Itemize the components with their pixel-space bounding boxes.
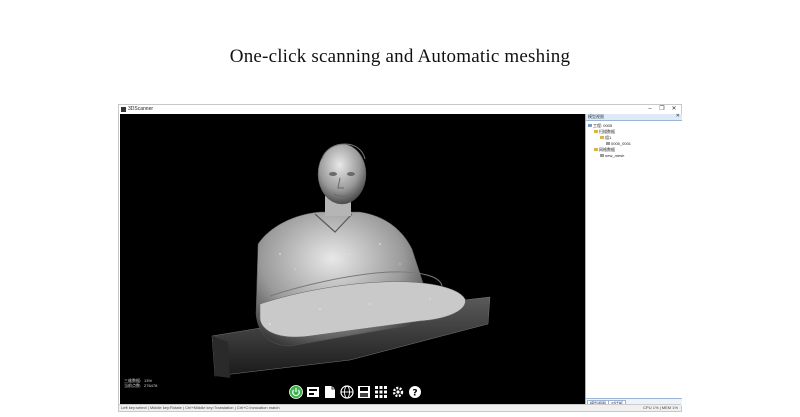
window-title: 3DScanner bbox=[128, 106, 154, 112]
panel-header: 模型视图 ✕ bbox=[586, 113, 682, 121]
help-button[interactable]: ? bbox=[407, 384, 422, 400]
main-toolbar: ? bbox=[288, 384, 422, 404]
tree-item-label: 0005_0001 bbox=[611, 141, 632, 146]
folder-icon bbox=[594, 130, 598, 134]
scan-node-icon bbox=[606, 142, 610, 146]
grid-icon bbox=[374, 386, 387, 398]
panel-title: 模型视图 bbox=[588, 114, 604, 119]
stat-value: 276478 bbox=[144, 383, 158, 388]
status-resources: CPU 1% | MEM 1% bbox=[643, 405, 678, 410]
save-button[interactable] bbox=[356, 384, 371, 400]
mesh-node-icon bbox=[600, 154, 604, 158]
folder-icon bbox=[600, 136, 604, 140]
tree-item-label: 网格数据 bbox=[599, 147, 615, 152]
power-icon bbox=[288, 385, 303, 399]
minimize-button[interactable]: – bbox=[645, 105, 655, 113]
settings-button[interactable] bbox=[390, 384, 405, 400]
folder-icon bbox=[594, 148, 598, 152]
3d-viewport[interactable]: 三维数据: 13% 当前点数: 276478 ? bbox=[120, 114, 585, 406]
tree-item-label: 组1 bbox=[605, 135, 612, 140]
grid-button[interactable] bbox=[373, 384, 388, 400]
document-button[interactable] bbox=[322, 384, 337, 400]
page-headline: One-click scanning and Automatic meshing bbox=[229, 46, 571, 67]
app-window: 3DScanner – ❐ ✕ 三维数据: 13% 当前点数: 276478 ?… bbox=[118, 104, 682, 412]
status-text: Left key:select | Middle key:Rotate | Ct… bbox=[121, 405, 280, 410]
globe-icon bbox=[339, 385, 354, 399]
svg-text:?: ? bbox=[412, 389, 417, 399]
scanned-bust-model[interactable] bbox=[120, 114, 585, 406]
settings-icon bbox=[392, 386, 403, 398]
help-icon: ? bbox=[408, 386, 421, 399]
globe-button[interactable] bbox=[339, 384, 354, 400]
status-bar: Left key:select | Middle key:Rotate | Ct… bbox=[119, 404, 681, 411]
stat-label: 当前点数: bbox=[124, 383, 142, 388]
power-button[interactable] bbox=[288, 384, 303, 400]
document-icon bbox=[324, 386, 335, 398]
save-icon bbox=[357, 386, 370, 398]
model-view-panel: 模型视图 ✕ 工程: 0005 扫描数据 组1 0005_0001 网格数据 n… bbox=[585, 113, 682, 407]
project-button[interactable] bbox=[305, 384, 320, 400]
app-logo-icon bbox=[121, 107, 126, 112]
maximize-button[interactable]: ❐ bbox=[657, 105, 667, 113]
tree-item-label: 工程: 0005 bbox=[593, 123, 613, 128]
project-icon bbox=[306, 387, 319, 397]
title-bar: 3DScanner – ❐ ✕ bbox=[119, 105, 681, 114]
scan-stats: 三维数据: 13% 当前点数: 276478 bbox=[124, 378, 157, 388]
tree-item-label: new_mesh bbox=[605, 153, 625, 158]
project-node-icon bbox=[588, 124, 592, 128]
close-button[interactable]: ✕ bbox=[669, 105, 679, 113]
tree-item-label: 扫描数据 bbox=[599, 129, 615, 134]
panel-close-button[interactable]: ✕ bbox=[676, 113, 680, 119]
tree-item-mesh[interactable]: new_mesh bbox=[600, 153, 624, 159]
stat-row: 当前点数: 276478 bbox=[124, 383, 157, 388]
